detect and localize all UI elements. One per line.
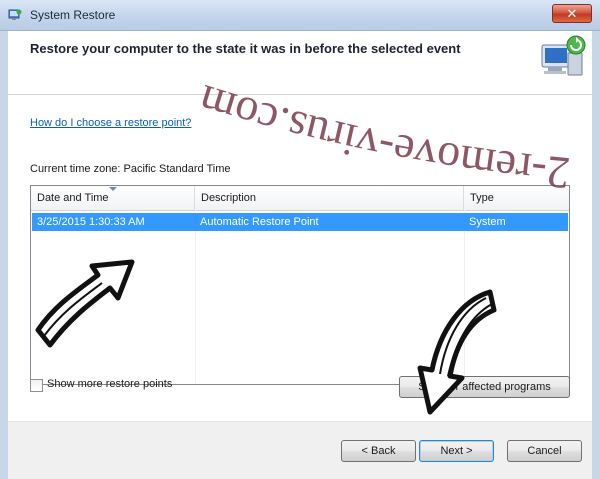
wizard-footer: < Back Next > Cancel: [8, 422, 592, 479]
list-header: Date and Time Description Type: [31, 186, 569, 211]
checkbox-box[interactable]: [30, 379, 43, 392]
window-title: System Restore: [30, 8, 116, 22]
back-button[interactable]: < Back: [341, 440, 416, 462]
system-restore-app-icon: [8, 9, 22, 20]
table-row[interactable]: 3/25/2015 1:30:33 AM Automatic Restore P…: [32, 213, 568, 231]
help-link[interactable]: How do I choose a restore point?: [30, 117, 191, 129]
column-label-date-time: Date and Time: [37, 192, 109, 204]
cell-date-time: 3/25/2015 1:30:33 AM: [37, 216, 145, 228]
header-separator: [8, 94, 592, 95]
timezone-label: Current time zone: Pacific Standard Time: [30, 163, 231, 175]
title-bar[interactable]: System Restore ✕: [0, 0, 600, 31]
wizard-content: Restore your computer to the state it wa…: [8, 31, 592, 479]
grid-line: [464, 210, 465, 384]
close-icon: ✕: [566, 6, 578, 21]
column-header-date-time[interactable]: Date and Time: [31, 186, 195, 210]
scan-affected-programs-button[interactable]: Scan for affected programs: [399, 376, 570, 398]
close-button[interactable]: ✕: [552, 4, 592, 23]
system-restore-window: System Restore ✕ Restore your computer t…: [0, 0, 600, 479]
column-header-description[interactable]: Description: [195, 186, 464, 210]
header-band: Restore your computer to the state it wa…: [8, 31, 592, 94]
cell-type: System: [469, 216, 506, 228]
next-button[interactable]: Next >: [419, 440, 494, 462]
column-label-type: Type: [470, 192, 494, 204]
header-instruction: Restore your computer to the state it wa…: [30, 41, 461, 56]
cancel-button[interactable]: Cancel: [507, 440, 582, 462]
column-label-description: Description: [201, 192, 257, 204]
sort-descending-icon: [109, 187, 117, 191]
cell-description: Automatic Restore Point: [200, 216, 319, 228]
column-header-type[interactable]: Type: [464, 186, 569, 210]
restore-points-list[interactable]: Date and Time Description Type 3/25/2015…: [30, 185, 570, 385]
checkbox-label: Show more restore points: [47, 378, 173, 390]
grid-line: [195, 210, 196, 384]
system-restore-icon: [541, 35, 586, 76]
